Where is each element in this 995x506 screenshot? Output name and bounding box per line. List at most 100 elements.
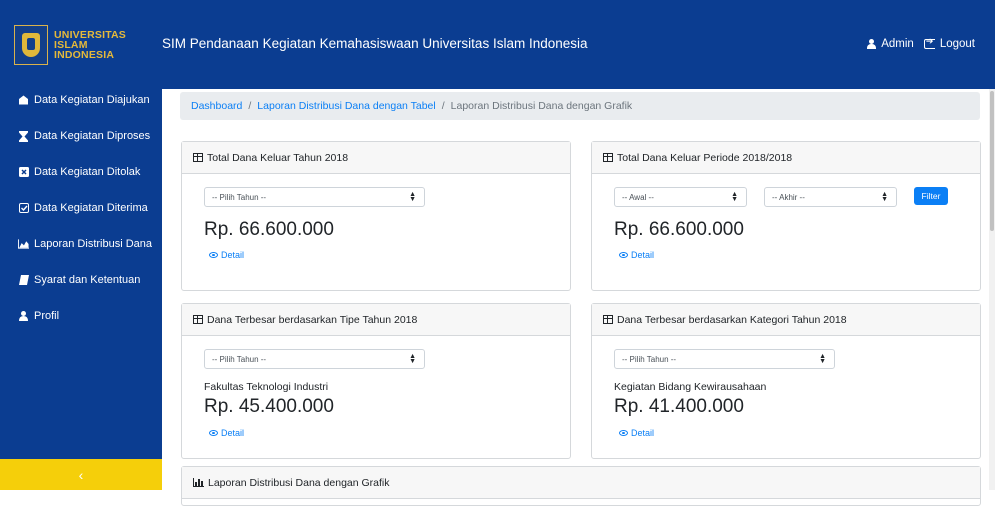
year-select[interactable]: -- Pilih Tahun -- ▲ ▼ [614,349,835,369]
sidebar-item-ditolak[interactable]: Data Kegiatan Ditolak [0,162,162,182]
close-box-icon [18,167,29,177]
detail-label: Detail [631,250,655,260]
sidebar-item-profil[interactable]: Profil [0,306,162,326]
card-by-category: Dana Terbesar berdasarkan Kategori Tahun… [591,303,981,459]
card-total-year: Total Dana Keluar Tahun 2018 -- Pilih Ta… [181,141,571,291]
card-header: Total Dana Keluar Tahun 2018 [182,142,570,174]
year-select[interactable]: -- Pilih Tahun -- ▲ ▼ [204,349,425,369]
sidebar-item-diajukan[interactable]: Data Kegiatan Diajukan [0,90,162,110]
sort-caret-icon: ▲ ▼ [881,191,888,203]
select-value: -- Akhir -- [772,192,805,202]
card-header: Dana Terbesar berdasarkan Tipe Tahun 201… [182,304,570,336]
inbox-icon [18,95,29,105]
sidebar-item-label: Laporan Distribusi Dana [34,238,153,250]
filter-button[interactable]: Filter [914,187,948,205]
year-select[interactable]: -- Pilih Tahun -- ▲ ▼ [204,187,425,207]
table-icon [603,153,613,162]
eye-icon [209,252,218,258]
logout-link[interactable]: Logout [923,36,975,50]
top-category-name: Kegiatan Bidang Kewirausahaan [614,381,767,393]
check-square-icon [18,203,29,213]
page-scrollbar[interactable] [989,89,995,490]
detail-label: Detail [221,428,245,438]
sidebar-item-syarat[interactable]: Syarat dan Ketentuan [0,270,162,290]
breadcrumb: Dashboard / Laporan Distribusi Dana deng… [180,92,980,120]
book-icon [18,275,29,285]
detail-link[interactable]: Detail [619,250,654,260]
sidebar-item-label: Data Kegiatan Diterima [34,202,148,214]
card-chart: Laporan Distribusi Dana dengan Grafik [181,466,981,506]
app-title: SIM Pendanaan Kegiatan Kemahasiswaan Uni… [162,36,588,51]
user-icon [18,311,29,321]
breadcrumb-separator: / [441,100,445,112]
sidebar-item-diterima[interactable]: Data Kegiatan Diterima [0,198,162,218]
logout-label: Logout [939,38,975,50]
user-menu: Admin Logout [867,36,975,50]
top-type-name: Fakultas Teknologi Industri [204,381,329,393]
sort-caret-icon: ▲ ▼ [731,191,738,203]
logo-emblem-icon [14,25,48,65]
eye-icon [619,430,628,436]
sort-caret-icon: ▲ ▼ [409,191,416,203]
hourglass-icon [18,130,29,142]
logo-line-3: INDONESIA [54,49,115,61]
admin-link[interactable]: Admin [867,38,914,50]
breadcrumb-separator: / [248,100,252,112]
breadcrumb-laporan-tabel[interactable]: Laporan Distribusi Dana dengan Tabel [257,100,435,112]
card-title: Total Dana Keluar Periode 2018/2018 [617,151,793,164]
breadcrumb-current: Laporan Distribusi Dana dengan Grafik [450,100,633,112]
card-header: Laporan Distribusi Dana dengan Grafik [182,467,980,499]
sort-caret-icon: ▲ ▼ [819,353,826,365]
sidebar-toggle-button[interactable]: ‹ [0,459,162,490]
card-total-period: Total Dana Keluar Periode 2018/2018 -- A… [591,141,981,291]
main-content: Dashboard / Laporan Distribusi Dana deng… [162,89,995,506]
university-logo[interactable]: UNIVERSITAS ISLAM INDONESIA [14,25,158,65]
sidebar-item-label: Data Kegiatan Ditolak [34,166,141,178]
eye-icon [209,430,218,436]
card-title: Total Dana Keluar Tahun 2018 [207,151,349,164]
detail-label: Detail [631,428,655,438]
card-title: Dana Terbesar berdasarkan Kategori Tahun… [617,313,847,326]
logout-icon [923,36,935,49]
chevron-left-icon: ‹ [78,466,84,483]
detail-label: Detail [221,250,245,260]
sidebar-item-laporan[interactable]: Laporan Distribusi Dana [0,234,162,254]
breadcrumb-dashboard[interactable]: Dashboard [191,100,242,112]
total-amount: Rp. 66.600.000 [614,219,744,240]
top-category-amount: Rp. 41.400.000 [614,396,744,417]
card-by-type: Dana Terbesar berdasarkan Tipe Tahun 201… [181,303,571,459]
start-period-select[interactable]: -- Awal -- ▲ ▼ [614,187,747,207]
card-title: Laporan Distribusi Dana dengan Grafik [208,476,390,489]
detail-link[interactable]: Detail [209,428,244,438]
user-icon [867,39,877,49]
select-value: -- Pilih Tahun -- [622,354,677,364]
detail-link[interactable]: Detail [209,250,244,260]
bar-chart-icon [193,478,204,487]
area-chart-icon [18,239,29,249]
table-icon [193,153,203,162]
sidebar-item-label: Data Kegiatan Diproses [34,130,151,142]
card-header: Dana Terbesar berdasarkan Kategori Tahun… [592,304,980,336]
sidebar: Data Kegiatan Diajukan Data Kegiatan Dip… [0,89,162,490]
select-value: -- Pilih Tahun -- [212,192,267,202]
sidebar-item-label: Syarat dan Ketentuan [34,274,141,286]
select-value: -- Awal -- [622,192,654,202]
sidebar-item-label: Data Kegiatan Diajukan [34,94,150,106]
total-amount: Rp. 66.600.000 [204,219,334,240]
end-period-select[interactable]: -- Akhir -- ▲ ▼ [764,187,897,207]
card-header: Total Dana Keluar Periode 2018/2018 [592,142,980,174]
logo-text: UNIVERSITAS ISLAM INDONESIA [54,30,126,61]
top-type-amount: Rp. 45.400.000 [204,396,334,417]
admin-label: Admin [881,38,914,50]
sidebar-item-label: Profil [34,310,60,322]
scrollbar-thumb[interactable] [990,91,994,231]
select-value: -- Pilih Tahun -- [212,354,267,364]
table-icon [603,315,613,324]
sort-caret-icon: ▲ ▼ [409,353,416,365]
top-navbar: UNIVERSITAS ISLAM INDONESIA SIM Pendanaa… [0,0,995,89]
detail-link[interactable]: Detail [619,428,654,438]
sidebar-item-diproses[interactable]: Data Kegiatan Diproses [0,126,162,146]
eye-icon [619,252,628,258]
table-icon [193,315,203,324]
card-title: Dana Terbesar berdasarkan Tipe Tahun 201… [207,313,418,326]
